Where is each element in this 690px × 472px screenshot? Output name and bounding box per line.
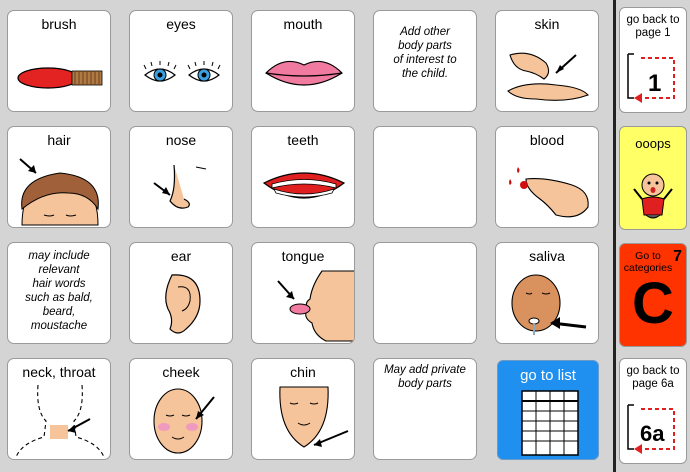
note-hair-cell: may include relevant hair words such as … [7,242,111,344]
cheek-label: cheek [162,364,200,380]
blood-cell[interactable]: blood [495,126,599,228]
go-to-categories-button[interactable]: Go to categories 7 C [619,243,687,347]
go-to-list-button[interactable]: go to list [497,360,599,460]
nose-icon [153,164,207,209]
note-add-other: Add other body parts of interest to the … [393,26,457,80]
surprised-person-icon [633,173,673,219]
blood-label: blood [529,132,565,148]
page-6a-number: 6a [640,421,665,446]
teeth-cell[interactable]: teeth [251,126,355,228]
go-back-page-1-label: go back to page 1 [626,14,680,39]
go-to-list-label: go to list [520,367,576,384]
neck-throat-cell[interactable]: neck, throat [7,358,111,460]
neck-throat-icon [15,384,105,458]
ear-icon [165,274,201,334]
ear-label: ear [170,248,192,264]
chin-cell[interactable]: chin [251,358,355,460]
brush-icon [17,67,103,89]
eyes-icon [143,61,221,82]
mouth-icon [265,60,343,86]
brush-label: brush [41,16,77,32]
sidebar-divider [613,0,616,472]
hair-cell[interactable]: hair [7,126,111,228]
skin-cell[interactable]: skin [495,10,599,112]
teeth-label: teeth [287,132,319,148]
hair-label: hair [47,132,71,148]
table-icon [521,390,579,456]
saliva-cell[interactable]: saliva [495,242,599,344]
mouth-cell[interactable]: mouth [251,10,355,112]
note-private: May add private body parts [384,364,466,390]
neck-throat-label: neck, throat [22,364,96,380]
ear-cell[interactable]: ear [129,242,233,344]
teeth-icon [262,172,346,199]
nose-label: nose [165,132,197,148]
eyes-label: eyes [166,16,196,32]
empty-cell-r3[interactable] [373,242,477,344]
ooops-label: ooops [635,136,671,151]
skin-label: skin [534,16,560,32]
go-back-page-1-button[interactable]: go back to page 1 1 [619,7,687,113]
saliva-icon [511,274,587,335]
note-private-cell: May add private body parts [373,358,477,460]
mouth-label: mouth [283,16,323,32]
saliva-label: saliva [529,248,565,264]
cheek-icon [153,388,215,454]
chin-label: chin [290,364,316,380]
ooops-button[interactable]: ooops [619,126,687,230]
page-1-number: 1 [648,70,662,97]
tongue-icon [277,270,354,342]
tongue-label: tongue [281,248,325,264]
cheek-cell[interactable]: cheek [129,358,233,460]
categories-letter: C [632,271,674,336]
go-back-page-6a-button[interactable]: go back to page 6a 6a [619,358,687,464]
skin-icon [507,52,589,101]
eyes-cell[interactable]: eyes [129,10,233,112]
blood-icon [509,167,589,218]
brush-cell[interactable]: brush [7,10,111,112]
note-add-other-cell: Add other body parts of interest to the … [373,10,477,112]
note-hair: may include relevant hair words such as … [25,250,93,332]
hair-icon [19,158,99,226]
nose-cell[interactable]: nose [129,126,233,228]
categories-number: 7 [673,248,682,265]
empty-cell-r2[interactable] [373,126,477,228]
go-back-page-6a-label: go back to page 6a [626,365,680,390]
chin-icon [279,386,349,448]
tongue-cell[interactable]: tongue [251,242,355,344]
